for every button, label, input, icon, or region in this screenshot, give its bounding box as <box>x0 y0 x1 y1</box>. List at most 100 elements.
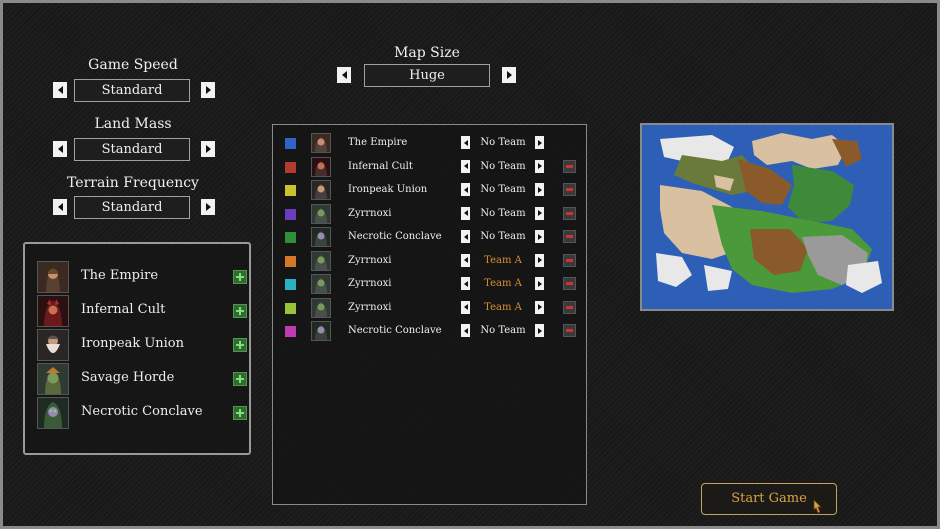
player-civ-name: Ironpeak Union <box>348 184 428 195</box>
player-color-swatch[interactable] <box>285 161 296 173</box>
civ-list-item: Ironpeak Union <box>37 329 247 361</box>
player-team-value: No Team <box>480 184 526 195</box>
player-civ-name: Necrotic Conclave <box>348 231 442 242</box>
team-prev-arrow-icon[interactable] <box>461 230 470 243</box>
player-row: The Empire No Team <box>273 133 586 155</box>
map-size-value: Huge <box>364 64 490 87</box>
remove-player-minus-icon[interactable] <box>563 324 576 337</box>
player-row: Necrotic Conclave No Team <box>273 321 586 343</box>
add-civ-plus-icon[interactable] <box>233 270 247 284</box>
player-civ-name: Zyrrnoxi <box>348 254 392 266</box>
player-portrait-icon <box>311 203 331 224</box>
player-color-swatch[interactable] <box>285 279 296 290</box>
player-row: Ironpeak Union No Team <box>273 180 586 202</box>
game-speed-label: Game Speed <box>88 57 178 73</box>
player-color-swatch[interactable] <box>285 255 296 267</box>
team-next-arrow-icon[interactable] <box>535 300 544 314</box>
team-next-arrow-icon[interactable] <box>535 253 544 267</box>
civ-name: Infernal Cult <box>81 302 166 317</box>
player-team-value: No Team <box>480 325 526 336</box>
player-civ-name: The Empire <box>348 137 408 148</box>
team-next-arrow-icon[interactable] <box>535 324 544 337</box>
player-row: Zyrrnoxi No Team <box>273 203 586 226</box>
team-prev-arrow-icon[interactable] <box>461 324 470 337</box>
remove-player-minus-icon[interactable] <box>563 300 576 314</box>
team-prev-arrow-icon[interactable] <box>461 206 470 220</box>
player-color-swatch[interactable] <box>285 185 296 196</box>
team-next-arrow-icon[interactable] <box>535 277 544 290</box>
terrain-frequency-next-arrow-icon[interactable] <box>201 199 215 215</box>
player-civ-name: Zyrrnoxi <box>348 301 392 313</box>
player-color-swatch[interactable] <box>285 302 296 314</box>
player-color-swatch[interactable] <box>285 138 296 149</box>
civ-name: The Empire <box>81 268 159 283</box>
team-next-arrow-icon[interactable] <box>535 136 544 149</box>
team-prev-arrow-icon[interactable] <box>461 159 470 173</box>
civ-list-item: Savage Horde <box>37 363 247 395</box>
player-row: Zyrrnoxi Team A <box>273 297 586 320</box>
terrain-frequency-prev-arrow-icon[interactable] <box>53 199 67 215</box>
map-size-next-arrow-icon[interactable] <box>502 67 516 83</box>
player-color-swatch[interactable] <box>285 208 296 220</box>
player-portrait-icon <box>311 133 331 153</box>
game-speed-next-arrow-icon[interactable] <box>201 82 215 98</box>
team-prev-arrow-icon[interactable] <box>461 253 470 267</box>
team-next-arrow-icon[interactable] <box>535 183 544 196</box>
team-prev-arrow-icon[interactable] <box>461 277 470 290</box>
player-portrait-icon <box>311 227 331 247</box>
civ-name: Ironpeak Union <box>81 336 185 351</box>
player-row: Zyrrnoxi Team A <box>273 250 586 273</box>
game-speed-setting: Game Speed Standard <box>53 56 215 103</box>
player-civ-name: Zyrrnoxi <box>348 278 392 289</box>
game-speed-prev-arrow-icon[interactable] <box>53 82 67 98</box>
remove-player-minus-icon[interactable] <box>563 230 576 243</box>
remove-player-minus-icon[interactable] <box>563 159 576 173</box>
remove-player-minus-icon[interactable] <box>563 253 576 267</box>
team-next-arrow-icon[interactable] <box>535 159 544 173</box>
player-team-value: No Team <box>480 137 526 148</box>
civilization-list-panel: The Empire Infernal Cult Ironpeak Union … <box>23 242 251 455</box>
civ-list-item: Necrotic Conclave <box>37 397 247 429</box>
players-panel: The Empire No Team Infernal Cult No Team Iro… <box>272 124 587 505</box>
team-next-arrow-icon[interactable] <box>535 206 544 220</box>
land-mass-prev-arrow-icon[interactable] <box>53 141 67 157</box>
player-portrait-icon <box>311 297 331 318</box>
player-portrait-icon <box>311 180 331 200</box>
terrain-frequency-label: Terrain Frequency <box>67 175 199 191</box>
team-prev-arrow-icon[interactable] <box>461 136 470 149</box>
map-size-setting: Map Size Huge <box>337 44 517 88</box>
team-next-arrow-icon[interactable] <box>535 230 544 243</box>
game-setup-screen: Game Speed Standard Land Mass Standard T… <box>0 0 940 529</box>
player-civ-name: Zyrrnoxi <box>348 207 392 219</box>
dwarf-portrait-icon <box>37 329 69 361</box>
add-civ-plus-icon[interactable] <box>233 372 247 386</box>
civ-list-item: The Empire <box>37 261 247 293</box>
add-civ-plus-icon[interactable] <box>233 406 247 420</box>
player-row: Necrotic Conclave No Team <box>273 227 586 249</box>
empire-portrait-icon <box>37 261 69 293</box>
player-row: Infernal Cult No Team <box>273 156 586 179</box>
team-prev-arrow-icon[interactable] <box>461 183 470 196</box>
hand-cursor-icon <box>813 499 822 514</box>
player-portrait-icon <box>311 156 331 177</box>
map-size-prev-arrow-icon[interactable] <box>337 67 351 83</box>
civ-list-item: Infernal Cult <box>37 295 247 327</box>
terrain-frequency-setting: Terrain Frequency Standard <box>53 174 215 220</box>
team-prev-arrow-icon[interactable] <box>461 300 470 314</box>
game-speed-value: Standard <box>74 79 190 102</box>
remove-player-minus-icon[interactable] <box>563 206 576 220</box>
player-portrait-icon <box>311 274 331 294</box>
map-preview-image <box>642 125 892 309</box>
player-team-value: No Team <box>480 207 526 219</box>
player-color-swatch[interactable] <box>285 232 296 243</box>
player-team-value: Team A <box>484 278 522 289</box>
infernal-portrait-icon <box>37 295 69 327</box>
player-color-swatch[interactable] <box>285 326 296 337</box>
remove-player-minus-icon[interactable] <box>563 183 576 196</box>
land-mass-next-arrow-icon[interactable] <box>201 141 215 157</box>
add-civ-plus-icon[interactable] <box>233 304 247 318</box>
remove-player-minus-icon[interactable] <box>563 277 576 290</box>
add-civ-plus-icon[interactable] <box>233 338 247 352</box>
player-civ-name: Infernal Cult <box>348 160 413 172</box>
player-portrait-icon <box>311 321 331 341</box>
